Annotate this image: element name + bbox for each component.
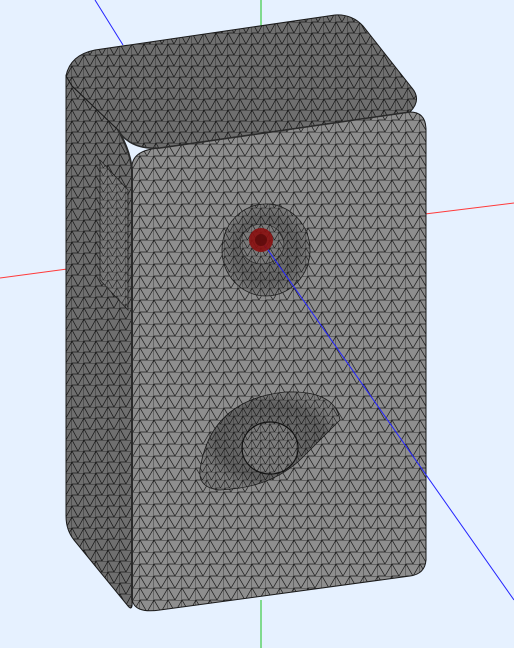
speaker-cabinet-mesh[interactable] xyxy=(65,14,427,612)
3d-viewport[interactable] xyxy=(0,0,514,648)
x-axis-line xyxy=(424,202,514,215)
z-axis-line xyxy=(94,0,124,46)
cabinet-left-face xyxy=(65,74,133,609)
selected-vertex-marker-core xyxy=(255,234,267,246)
viewport-canvas[interactable] xyxy=(0,0,514,648)
cabinet-front-face xyxy=(131,111,427,612)
